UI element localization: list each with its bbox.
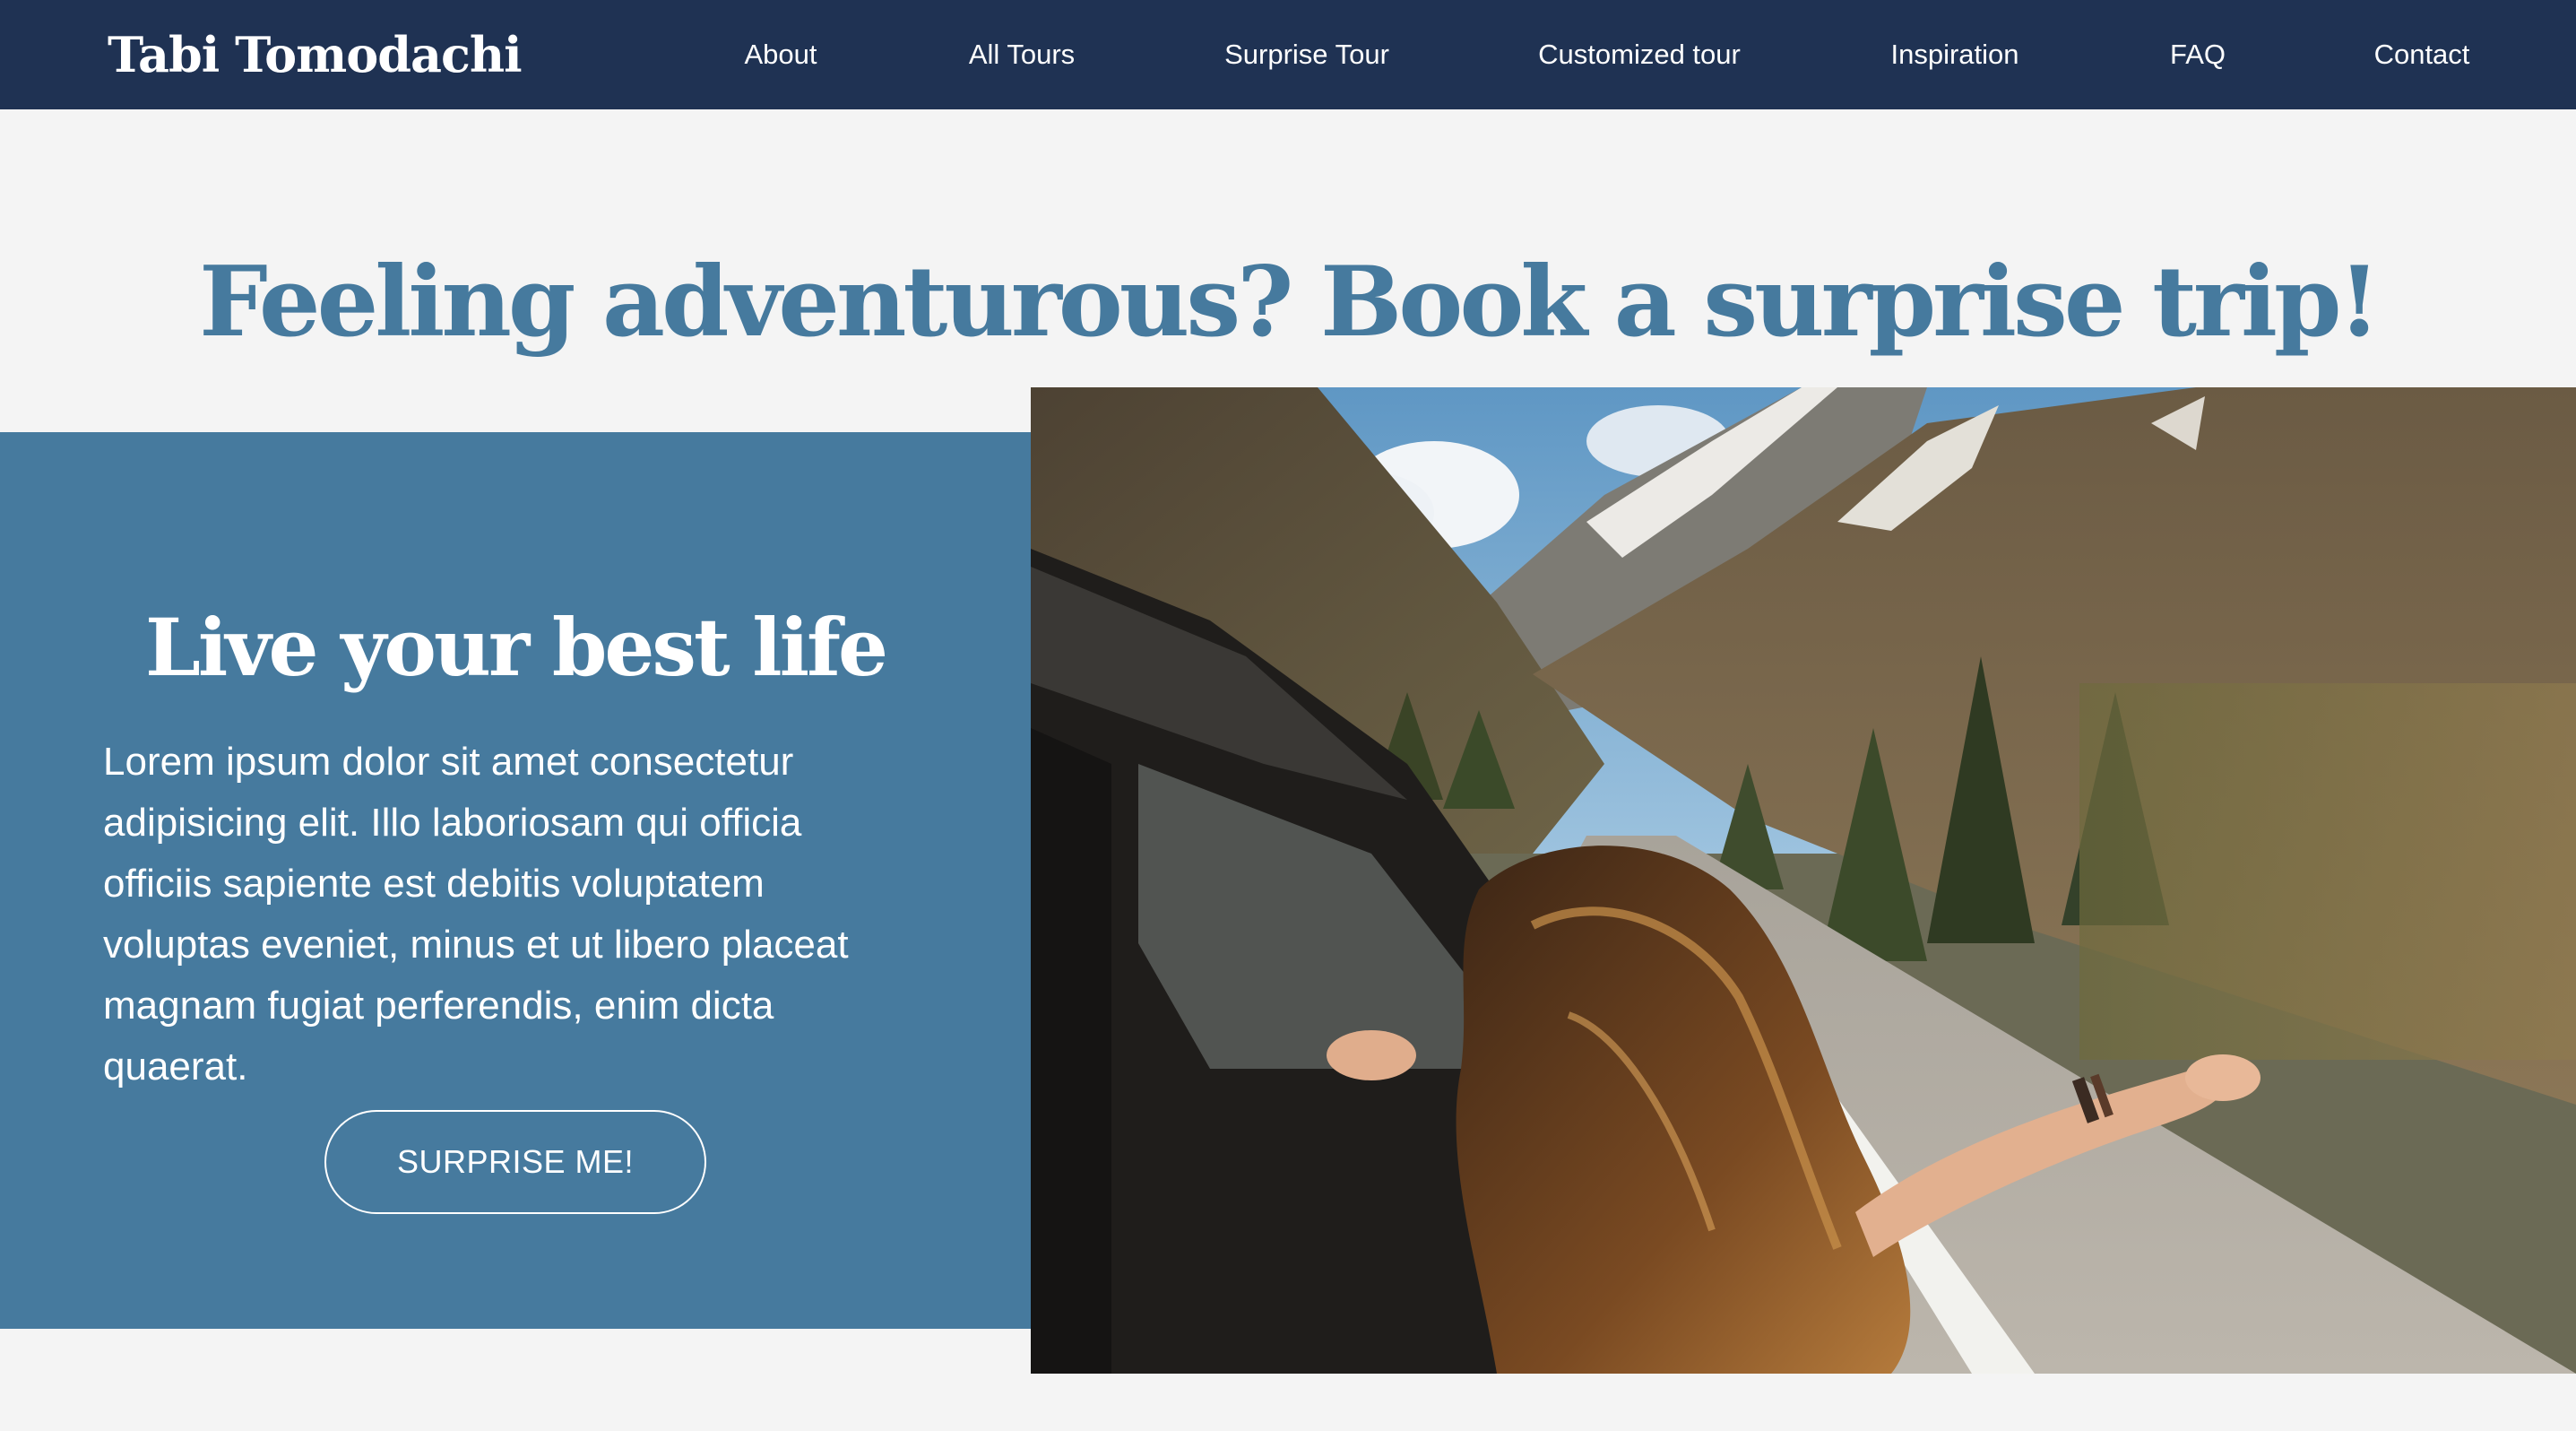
top-navbar: Tabi Tomodachi About All Tours Surprise …	[0, 0, 2576, 109]
nav-item-faq[interactable]: FAQ	[2170, 0, 2226, 109]
nav-item-all-tours[interactable]: All Tours	[969, 0, 1075, 109]
nav-item-about[interactable]: About	[744, 0, 817, 109]
nav-item-contact[interactable]: Contact	[2374, 0, 2470, 109]
panel-title: Live your best life	[145, 601, 888, 695]
panel-description: Lorem ipsum dolor sit amet consectetur a…	[103, 740, 849, 1088]
nav-item-inspiration[interactable]: Inspiration	[1890, 0, 2018, 109]
brand-logo[interactable]: Tabi Tomodachi	[108, 0, 523, 109]
page-headline: Feeling adventurous? Book a surprise tri…	[199, 246, 2381, 360]
nav-item-surprise-tour[interactable]: Surprise Tour	[1224, 0, 1389, 109]
hero-panel: Live your best life Lorem ipsum dolor si…	[0, 432, 1031, 1329]
nav-item-customized-tour[interactable]: Customized tour	[1538, 0, 1741, 109]
road-trip-photo	[1031, 387, 2576, 1374]
surprise-me-button[interactable]: SURPRISE ME!	[324, 1110, 706, 1214]
